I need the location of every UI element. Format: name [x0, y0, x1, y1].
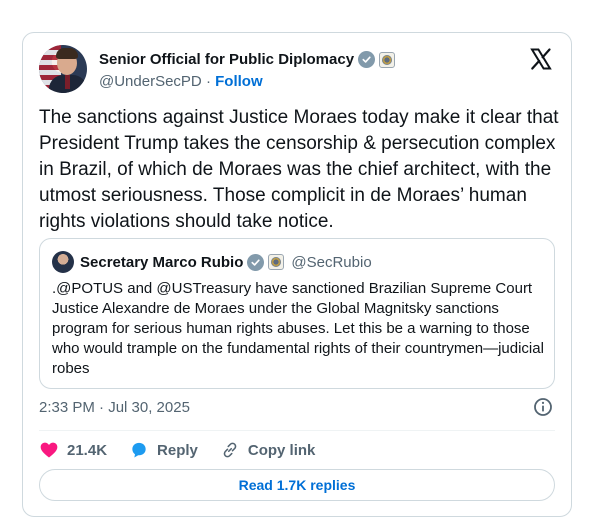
x-logo-icon[interactable] [529, 47, 553, 71]
quoted-post-header: Secretary Marco Rubio @SecRubio [52, 251, 372, 273]
quoted-author-avatar[interactable] [52, 251, 74, 273]
embedded-post-card: Senior Official for Public Diplomacy @Un… [22, 32, 572, 517]
verified-badge-icon [358, 51, 376, 68]
copy-link-button[interactable]: Copy link [220, 440, 316, 460]
divider [39, 430, 555, 431]
government-seal-icon [379, 51, 396, 68]
quoted-author-handle[interactable]: @SecRubio [291, 254, 371, 271]
reply-button[interactable]: Reply [129, 440, 198, 460]
like-button[interactable]: 21.4K [39, 440, 107, 460]
author-display-name[interactable]: Senior Official for Public Diplomacy [99, 51, 354, 68]
reply-label: Reply [157, 441, 198, 459]
post-header: Senior Official for Public Diplomacy @Un… [39, 45, 555, 97]
author-handle-row: @UnderSecPD · Follow [99, 73, 263, 90]
government-seal-icon [268, 254, 285, 270]
follow-button[interactable]: Follow [215, 73, 263, 90]
info-icon[interactable] [533, 397, 553, 417]
quoted-author-display-name[interactable]: Secretary Marco Rubio [80, 254, 243, 271]
author-avatar[interactable] [39, 45, 87, 93]
likes-count: 21.4K [67, 441, 108, 459]
handle-separator: · [205, 73, 211, 90]
copy-link-label: Copy link [247, 441, 316, 459]
action-bar: 21.4K Reply Copy link [39, 438, 337, 462]
post-timestamp[interactable]: 2:33 PM · Jul 30, 2025 [39, 399, 190, 416]
heart-icon [40, 442, 58, 458]
verified-badge-icon [247, 253, 265, 271]
read-replies-button[interactable]: Read 1.7K replies [39, 469, 555, 501]
reply-bubble-icon [132, 442, 146, 458]
author-name-row: Senior Official for Public Diplomacy [99, 51, 396, 68]
author-handle[interactable]: @UnderSecPD [99, 73, 202, 90]
post-text: The sanctions against Justice Moraes tod… [39, 107, 559, 232]
link-icon [223, 442, 237, 458]
quoted-post-text: .@POTUS and @USTreasury have sanctioned … [52, 280, 544, 377]
quoted-post[interactable]: Secretary Marco Rubio @SecRubio .@POTUS … [39, 238, 555, 389]
